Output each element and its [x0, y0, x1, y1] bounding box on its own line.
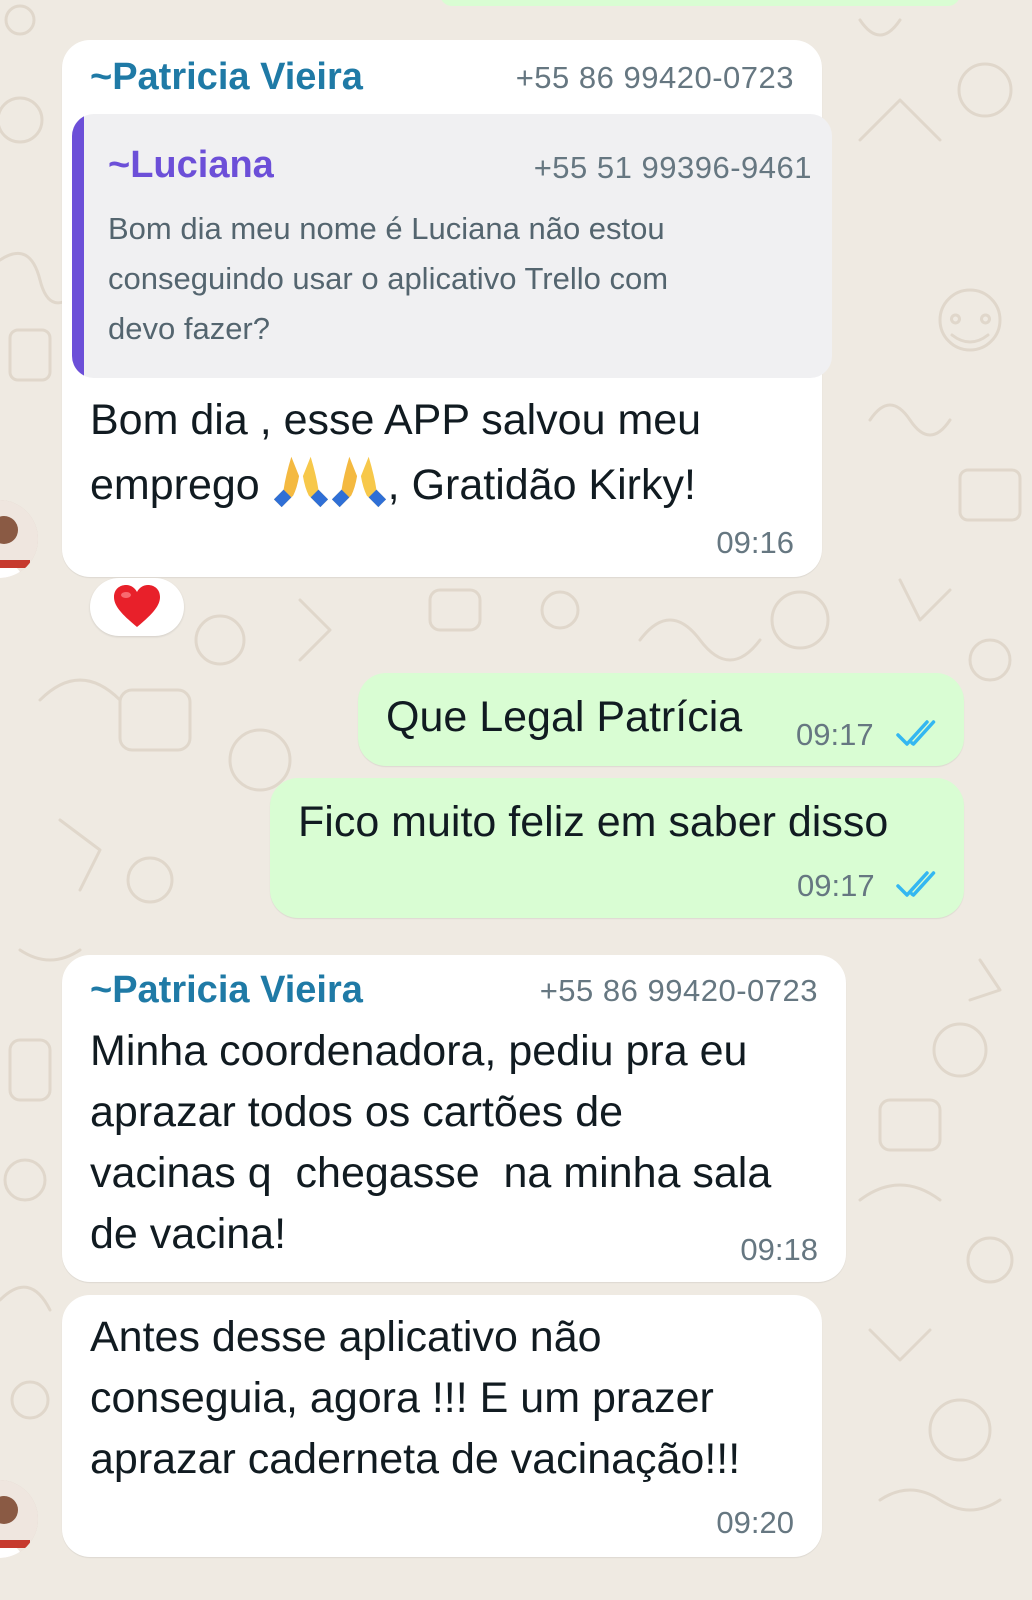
quoted-text-line: conseguindo usar o aplicativo Trello com: [108, 261, 669, 296]
double-check-read-icon: [896, 871, 936, 897]
quoted-message[interactable]: ~Luciana +55 51 99396-9461 Bom dia meu n…: [72, 114, 832, 378]
quoted-text: Bom dia meu nome é Luciana não estou con…: [108, 204, 818, 354]
previous-outgoing-bubble-edge: [440, 0, 960, 6]
message-time: 09:16: [716, 525, 794, 560]
message-text-line: vacinas q chegasse na minha sala: [90, 1149, 772, 1197]
message-text: Minha coordenadora, pediu pra eu aprazar…: [90, 1021, 830, 1265]
heart-icon: [114, 585, 160, 627]
quote-accent-bar: [72, 114, 84, 378]
sender-phone[interactable]: +55 86 99420-0723: [540, 973, 818, 1009]
quoted-sender-phone: +55 51 99396-9461: [533, 150, 812, 185]
message-text-line: Minha coordenadora, pediu pra eu: [90, 1027, 748, 1075]
message-text: Bom dia , esse APP salvou meu emprego , …: [90, 390, 810, 516]
sender-name[interactable]: ~Patricia Vieira: [90, 56, 363, 99]
message-time: 09:18: [740, 1232, 818, 1267]
message-text-line: aprazar todos os cartões de: [90, 1088, 624, 1136]
sender-phone[interactable]: +55 86 99420-0723: [516, 60, 794, 96]
message-bubble-outgoing[interactable]: Que Legal Patrícia 09:17: [358, 673, 964, 766]
message-text-line: emprego , Gratidão Kirky!: [90, 451, 810, 516]
message-text-segment: , Gratidão Kirky!: [387, 461, 696, 509]
message-reaction[interactable]: [90, 578, 184, 636]
double-check-read-icon: [896, 720, 936, 746]
message-text-segment: emprego: [90, 461, 272, 509]
message-bubble-outgoing[interactable]: Fico muito feliz em saber disso 09:17: [270, 778, 964, 918]
message-text-line: conseguia, agora !!! E um prazer: [90, 1374, 714, 1422]
message-text-line: Bom dia , esse APP salvou meu: [90, 396, 702, 444]
message-bubble-incoming[interactable]: ~Patricia Vieira +55 86 99420-0723 Minha…: [62, 955, 846, 1282]
message-text: Fico muito feliz em saber disso: [298, 798, 889, 846]
message-text: Antes desse aplicativo não conseguia, ag…: [90, 1307, 820, 1490]
message-bubble-incoming[interactable]: ~Patricia Vieira +55 86 99420-0723 ~Luci…: [62, 40, 832, 577]
message-time: 09:17: [797, 868, 875, 903]
message-time: 09:17: [796, 717, 874, 752]
message-time: 09:20: [716, 1505, 794, 1540]
message-text-line: Antes desse aplicativo não: [90, 1313, 602, 1361]
message-text: Que Legal Patrícia: [386, 693, 743, 741]
message-bubble-incoming[interactable]: Antes desse aplicativo não conseguia, ag…: [62, 1295, 822, 1557]
sender-name[interactable]: ~Patricia Vieira: [90, 969, 363, 1012]
quoted-sender-name: ~Luciana: [108, 144, 274, 186]
message-text-line: de vacina!: [90, 1210, 287, 1258]
quoted-text-line: Bom dia meu nome é Luciana não estou: [108, 211, 665, 246]
message-text-line: aprazar caderneta de vacinação!!!: [90, 1435, 741, 1483]
quoted-text-line: devo fazer?: [108, 311, 270, 346]
folded-hands-icon: [273, 456, 328, 508]
folded-hands-icon: [331, 456, 386, 508]
